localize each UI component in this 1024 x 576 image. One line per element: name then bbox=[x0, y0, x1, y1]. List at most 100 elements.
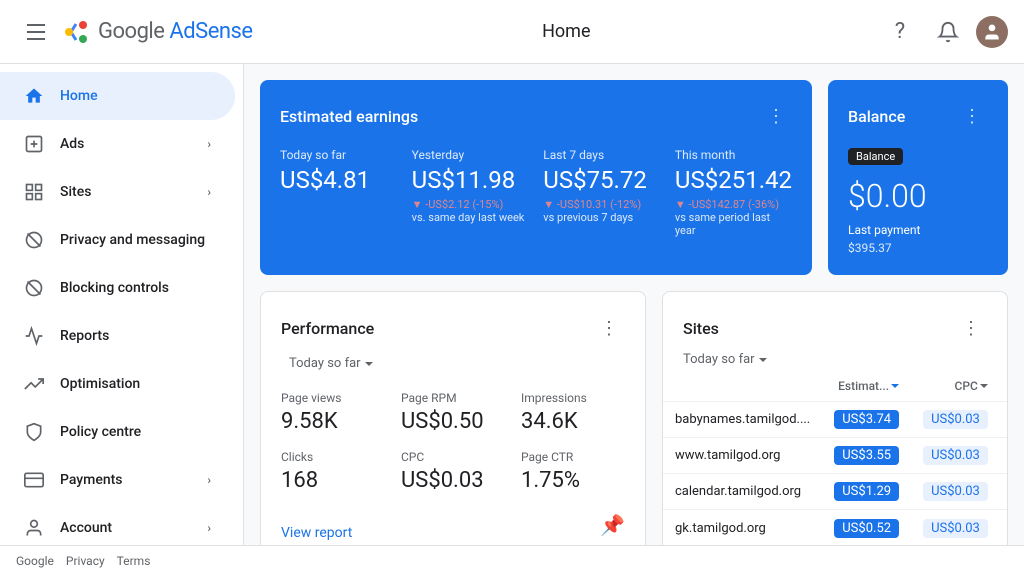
payments-icon bbox=[24, 470, 44, 490]
home-icon bbox=[24, 86, 44, 106]
site-clicks: 44 bbox=[1000, 474, 1008, 510]
site-name: babynames.tamilgod.... bbox=[663, 402, 822, 438]
expand-icon: › bbox=[207, 473, 211, 487]
site-cpc: US$0.03 bbox=[911, 438, 1000, 474]
sites-table: Estimat... CPC Clicks babynames.tamilgod… bbox=[663, 371, 1008, 545]
performance-stats-grid: Page views 9.58K Page RPM US$0.50 Impres… bbox=[281, 391, 625, 493]
chevron-down-icon bbox=[365, 362, 373, 366]
earnings-last7-change: ▼ -US$10.31 (-12%) vs previous 7 days bbox=[543, 198, 659, 224]
google-logo-icon bbox=[60, 16, 92, 48]
ads-icon bbox=[24, 134, 44, 154]
site-estimate: US$0.52 bbox=[822, 510, 911, 546]
balance-card: Balance ⋮ Balance $0.00 Last payment $39… bbox=[828, 80, 1008, 275]
sort-icon bbox=[980, 384, 988, 388]
sidebar: Home Ads › Sites › bbox=[0, 64, 244, 545]
site-cpc: US$0.03 bbox=[911, 474, 1000, 510]
table-row: gk.tamilgod.org US$0.52 US$0.03 W16 bbox=[663, 510, 1008, 546]
expand-icon: › bbox=[207, 137, 211, 151]
stat-page-views-value: 9.58K bbox=[281, 409, 385, 434]
site-estimate: US$1.29 bbox=[822, 474, 911, 510]
table-row: calendar.tamilgod.org US$1.29 US$0.03 44 bbox=[663, 474, 1008, 510]
earnings-card-header: Estimated earnings ⋮ bbox=[280, 100, 792, 132]
header: Google AdSense Home ? bbox=[0, 0, 1024, 64]
performance-period-selector[interactable]: Today so far bbox=[281, 352, 625, 375]
main-layout: Home Ads › Sites › bbox=[0, 64, 1024, 545]
performance-title: Performance bbox=[281, 319, 374, 338]
menu-button[interactable] bbox=[16, 12, 56, 52]
balance-menu-button[interactable]: ⋮ bbox=[956, 100, 988, 132]
stat-impressions: Impressions 34.6K bbox=[521, 391, 625, 434]
site-name: calendar.tamilgod.org bbox=[663, 474, 822, 510]
account-icon bbox=[24, 518, 44, 538]
sites-icon bbox=[24, 182, 44, 202]
earnings-yesterday: Yesterday US$11.98 ▼ -US$2.12 (-15%) vs.… bbox=[412, 148, 528, 237]
sites-col-clicks[interactable]: Clicks bbox=[1000, 371, 1008, 402]
header-actions: ? bbox=[880, 12, 1008, 52]
performance-view-report-link[interactable]: View report bbox=[281, 525, 352, 541]
stat-impressions-value: 34.6K bbox=[521, 409, 625, 434]
earnings-menu-button[interactable]: ⋮ bbox=[760, 100, 792, 132]
bottom-row: Performance ⋮ Today so far Page views 9.… bbox=[260, 291, 1008, 545]
top-cards-row: Estimated earnings ⋮ Today so far US$4.8… bbox=[260, 80, 1008, 275]
sites-card-title: Sites bbox=[683, 319, 719, 338]
sidebar-item-policy[interactable]: Policy centre bbox=[0, 408, 235, 456]
sidebar-item-reports[interactable]: Reports bbox=[0, 312, 235, 360]
sidebar-item-blocking[interactable]: Blocking controls bbox=[0, 264, 235, 312]
policy-icon bbox=[24, 422, 44, 442]
sidebar-item-home[interactable]: Home bbox=[0, 72, 235, 120]
expand-icon: › bbox=[207, 521, 211, 535]
earnings-month-change: ▼ -US$142.87 (-36%) vs same period last … bbox=[675, 198, 792, 237]
balance-card-title: Balance bbox=[848, 107, 905, 126]
sidebar-item-payments[interactable]: Payments › bbox=[0, 456, 235, 504]
table-row: babynames.tamilgod.... US$3.74 US$0.03 1… bbox=[663, 402, 1008, 438]
sidebar-item-optimisation[interactable]: Optimisation bbox=[0, 360, 235, 408]
earnings-yesterday-change: ▼ -US$2.12 (-15%) vs. same day last week bbox=[412, 198, 528, 224]
sites-period-chevron-icon bbox=[759, 358, 767, 362]
site-clicks: W16 bbox=[1000, 510, 1008, 546]
balance-amount: $0.00 bbox=[848, 177, 988, 215]
blocking-icon bbox=[24, 278, 44, 298]
notifications-button[interactable] bbox=[928, 12, 968, 52]
earnings-today: Today so far US$4.81 bbox=[280, 148, 396, 237]
sites-col-cpc[interactable]: CPC bbox=[911, 371, 1000, 402]
site-name: www.tamilgod.org bbox=[663, 438, 822, 474]
sort-icon bbox=[891, 384, 899, 388]
content-area: Estimated earnings ⋮ Today so far US$4.8… bbox=[244, 64, 1024, 545]
sites-card-header: Sites ⋮ bbox=[663, 292, 1007, 352]
footer: Google Privacy Terms bbox=[0, 545, 1024, 576]
performance-menu-button[interactable]: ⋮ bbox=[593, 312, 625, 344]
sidebar-item-sites[interactable]: Sites › bbox=[0, 168, 235, 216]
stat-page-views: Page views 9.58K bbox=[281, 391, 385, 434]
sidebar-item-ads[interactable]: Ads › bbox=[0, 120, 235, 168]
hamburger-icon bbox=[27, 24, 45, 40]
stat-page-rpm: Page RPM US$0.50 bbox=[401, 391, 505, 434]
help-button[interactable]: ? bbox=[880, 12, 920, 52]
performance-card-header: Performance ⋮ bbox=[281, 312, 625, 344]
footer-terms-link[interactable]: Terms bbox=[117, 554, 151, 568]
site-name: gk.tamilgod.org bbox=[663, 510, 822, 546]
sites-menu-button[interactable]: ⋮ bbox=[955, 312, 987, 344]
site-estimate: US$3.55 bbox=[822, 438, 911, 474]
avatar[interactable] bbox=[976, 16, 1008, 48]
table-row: www.tamilgod.org US$3.55 US$0.03 108 bbox=[663, 438, 1008, 474]
stat-page-ctr: Page CTR 1.75% bbox=[521, 450, 625, 493]
site-cpc: US$0.03 bbox=[911, 402, 1000, 438]
estimated-earnings-card: Estimated earnings ⋮ Today so far US$4.8… bbox=[260, 80, 812, 275]
earnings-month: This month US$251.42 ▼ -US$142.87 (-36%)… bbox=[675, 148, 792, 237]
earnings-last7: Last 7 days US$75.72 ▼ -US$10.31 (-12%) … bbox=[543, 148, 659, 237]
sidebar-item-account[interactable]: Account › bbox=[0, 504, 235, 545]
logo-text: Google AdSense bbox=[98, 19, 253, 44]
balance-badge: Balance bbox=[848, 148, 903, 165]
page-title: Home bbox=[253, 21, 880, 42]
balance-last-payment-label: Last payment bbox=[848, 223, 988, 237]
sites-col-estimate[interactable]: Estimat... bbox=[822, 371, 911, 402]
stat-clicks: Clicks 168 bbox=[281, 450, 385, 493]
reports-icon bbox=[24, 326, 44, 346]
earnings-yesterday-value: US$11.98 bbox=[412, 166, 528, 194]
earnings-month-value: US$251.42 bbox=[675, 166, 792, 194]
stat-page-ctr-value: 1.75% bbox=[521, 468, 625, 493]
footer-privacy-link[interactable]: Privacy bbox=[66, 554, 105, 568]
earnings-today-value: US$4.81 bbox=[280, 166, 396, 194]
stat-page-rpm-value: US$0.50 bbox=[401, 409, 505, 434]
sidebar-item-privacy[interactable]: Privacy and messaging bbox=[0, 216, 235, 264]
